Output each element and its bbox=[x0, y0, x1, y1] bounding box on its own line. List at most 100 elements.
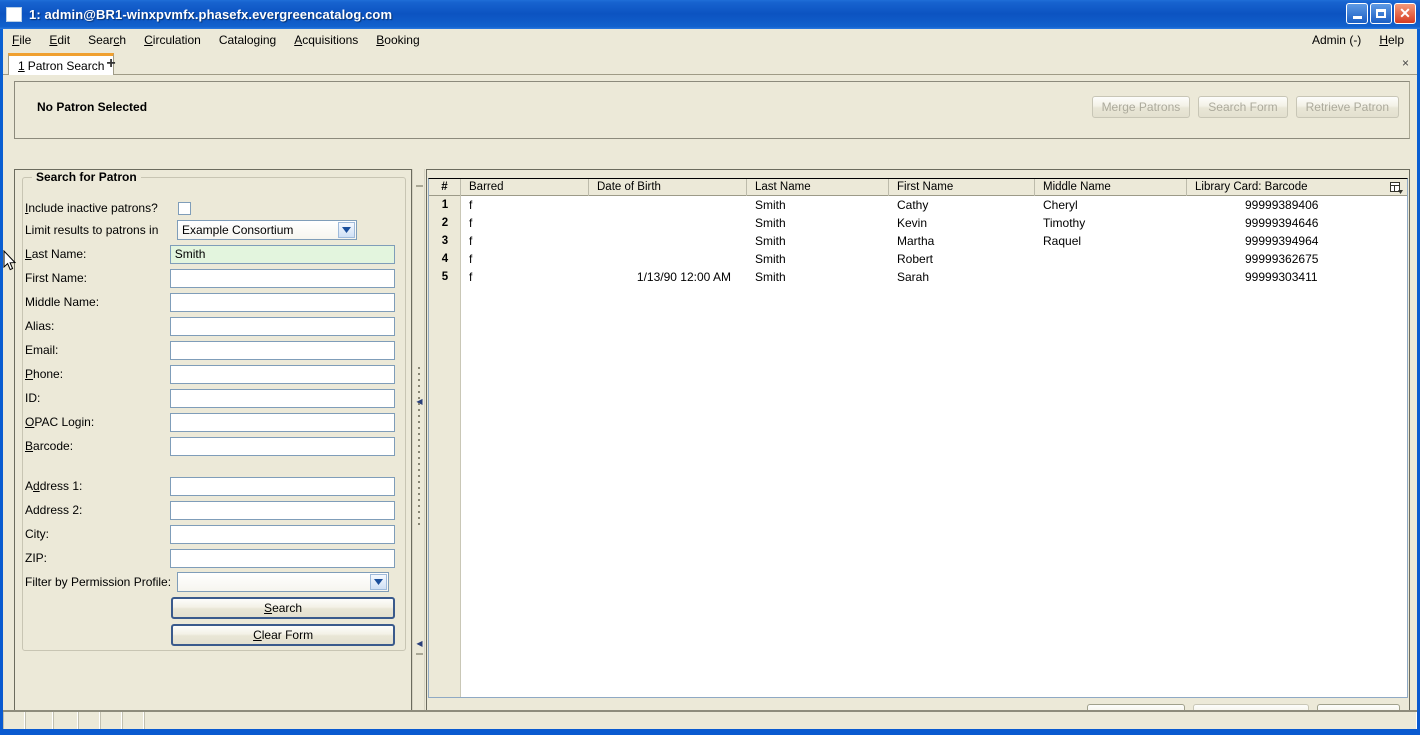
menu-cataloging[interactable]: Cataloging bbox=[210, 30, 285, 51]
cell-first-name: Robert bbox=[897, 252, 934, 266]
cell-num: 3 bbox=[441, 235, 449, 247]
opac-login-input[interactable] bbox=[169, 412, 395, 432]
menu-file[interactable]: File bbox=[3, 30, 40, 51]
first-name-input[interactable] bbox=[169, 268, 395, 288]
middle-name-input[interactable] bbox=[169, 292, 395, 312]
field-row-city: City: bbox=[25, 524, 395, 544]
field-row-address1: Address 1: bbox=[25, 476, 395, 496]
tab-patron-search[interactable]: 1 Patron Search bbox=[8, 53, 115, 75]
column-header-middle-name[interactable]: Middle Name bbox=[1035, 179, 1187, 196]
cell-dob: 1/13/90 12:00 AM bbox=[636, 270, 731, 284]
field-row-id: ID: bbox=[25, 388, 395, 408]
splitter-tick bbox=[416, 185, 423, 187]
search-form-button[interactable]: Search Form bbox=[1198, 96, 1288, 118]
cell-num: 1 bbox=[441, 199, 449, 211]
cell-barred: f bbox=[469, 234, 473, 248]
status-bar bbox=[3, 710, 1417, 729]
minimize-button[interactable] bbox=[1346, 3, 1368, 24]
column-header-library-card-barcode[interactable]: Library Card: Barcode bbox=[1187, 179, 1391, 196]
retrieve-patron-button[interactable]: Retrieve Patron bbox=[1295, 96, 1399, 118]
column-header-num[interactable]: # bbox=[429, 179, 461, 196]
menu-help[interactable]: Help bbox=[1370, 30, 1413, 51]
cell-dob bbox=[589, 196, 747, 214]
permission-profile-label: Filter by Permission Profile: bbox=[25, 575, 172, 589]
clear-form-button[interactable]: Clear Form bbox=[171, 624, 395, 646]
menu-acquisitions[interactable]: Acquisitions bbox=[285, 30, 367, 51]
cell-dob bbox=[589, 250, 747, 268]
app-icon bbox=[6, 7, 22, 22]
close-tab-icon[interactable]: × bbox=[1402, 56, 1409, 70]
cell-num: 4 bbox=[441, 253, 449, 265]
search-button[interactable]: Search bbox=[171, 597, 395, 619]
address1-input[interactable] bbox=[169, 476, 395, 496]
tab-label: Patron Search bbox=[27, 58, 105, 73]
status-segment bbox=[53, 712, 78, 729]
zip-input[interactable] bbox=[169, 548, 395, 568]
status-segment bbox=[25, 712, 53, 729]
add-tab-icon[interactable]: + bbox=[101, 54, 121, 74]
permission-profile-select[interactable] bbox=[177, 572, 389, 592]
table-row[interactable]: 4 f Smith Robert 99999362675 bbox=[429, 250, 1407, 268]
cell-num: 2 bbox=[441, 217, 449, 229]
phone-input[interactable] bbox=[169, 364, 395, 384]
chevron-down-icon[interactable] bbox=[370, 574, 387, 590]
alias-label: Alias: bbox=[25, 319, 55, 333]
cell-middle-name: Cheryl bbox=[1043, 198, 1078, 212]
close-button[interactable]: ✕ bbox=[1394, 3, 1416, 24]
table-row[interactable]: 5 f 1/13/90 12:00 AM Smith Sarah 9999930… bbox=[429, 268, 1407, 286]
cell-last-name: Smith bbox=[755, 198, 786, 212]
include-inactive-row: Include inactive patrons? bbox=[25, 198, 395, 218]
menu-circulation[interactable]: Circulation bbox=[135, 30, 210, 51]
application-window: 1: admin@BR1-winxpvmfx.phasefx.evergreen… bbox=[0, 0, 1420, 735]
menu-admin[interactable]: Admin (-) bbox=[1303, 30, 1370, 51]
merge-patrons-button[interactable]: Merge Patrons bbox=[1091, 96, 1191, 118]
cell-dob bbox=[589, 232, 747, 250]
close-icon: ✕ bbox=[1399, 4, 1411, 21]
cell-barred: f bbox=[469, 216, 473, 230]
last-name-input[interactable] bbox=[169, 244, 395, 264]
limit-results-select[interactable]: Example Consortium bbox=[177, 220, 357, 240]
cell-barcode: 99999394646 bbox=[1245, 216, 1319, 230]
limit-results-row: Limit results to patrons in Example Cons… bbox=[25, 220, 395, 240]
column-picker-icon[interactable] bbox=[1387, 180, 1405, 195]
splitter-grip[interactable] bbox=[418, 367, 420, 527]
fieldset-legend: Search for Patron bbox=[32, 170, 141, 184]
search-panel: Search for Patron Include inactive patro… bbox=[14, 169, 412, 725]
table-row[interactable]: 1 f Smith Cathy Cheryl 99999389406 bbox=[429, 196, 1407, 214]
barcode-label: Barcode: bbox=[25, 439, 74, 453]
menu-search[interactable]: Search bbox=[79, 30, 135, 51]
maximize-icon bbox=[1376, 9, 1386, 18]
address2-label: Address 2: bbox=[25, 503, 83, 517]
minimize-icon bbox=[1352, 15, 1362, 19]
status-segment bbox=[122, 712, 144, 729]
column-header-first-name[interactable]: First Name bbox=[889, 179, 1035, 196]
menu-booking[interactable]: Booking bbox=[367, 30, 428, 51]
alias-input[interactable] bbox=[169, 316, 395, 336]
table-row[interactable]: 2 f Smith Kevin Timothy 99999394646 bbox=[429, 214, 1407, 232]
email-input[interactable] bbox=[169, 340, 395, 360]
splitter-collapse-right-icon[interactable]: ◀ bbox=[416, 639, 423, 648]
panel-splitter[interactable]: ◀ ◀ bbox=[412, 169, 425, 725]
column-header-last-name[interactable]: Last Name bbox=[747, 179, 889, 196]
include-inactive-checkbox[interactable] bbox=[178, 201, 191, 215]
column-header-barred[interactable]: Barred bbox=[461, 179, 589, 196]
email-label: Email: bbox=[25, 343, 59, 357]
field-row-barcode: Barcode: bbox=[25, 436, 395, 456]
patron-status-label: No Patron Selected bbox=[37, 100, 148, 114]
menu-edit[interactable]: Edit bbox=[40, 30, 79, 51]
address2-input[interactable] bbox=[169, 500, 395, 520]
barcode-input[interactable] bbox=[169, 436, 395, 456]
field-row-phone: Phone: bbox=[25, 364, 395, 384]
id-input[interactable] bbox=[169, 388, 395, 408]
status-segment bbox=[3, 712, 25, 729]
tab-bar: 1 Patron Search + × bbox=[3, 52, 1417, 75]
chevron-down-icon[interactable] bbox=[338, 222, 355, 238]
title-bar: 1: admin@BR1-winxpvmfx.phasefx.evergreen… bbox=[0, 0, 1420, 29]
column-header-dob[interactable]: Date of Birth bbox=[589, 179, 747, 196]
cell-last-name: Smith bbox=[755, 252, 786, 266]
middle-name-label: Middle Name: bbox=[25, 295, 100, 309]
table-row[interactable]: 3 f Smith Martha Raquel 99999394964 bbox=[429, 232, 1407, 250]
city-input[interactable] bbox=[169, 524, 395, 544]
include-inactive-label: Include inactive patrons? bbox=[25, 201, 158, 215]
maximize-button[interactable] bbox=[1370, 3, 1392, 24]
